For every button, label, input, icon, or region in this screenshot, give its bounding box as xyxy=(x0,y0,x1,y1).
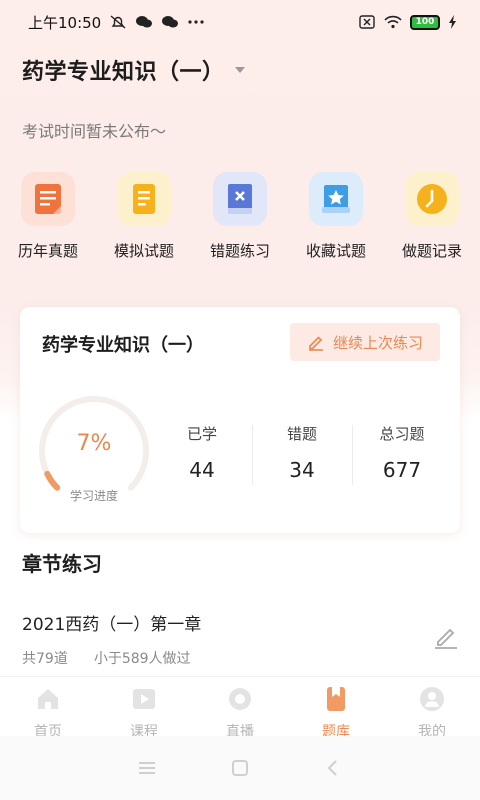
mute-icon xyxy=(110,15,126,29)
question-bank-icon xyxy=(327,687,345,711)
wifi-icon xyxy=(384,15,402,29)
quick-action-label: 错题练习 xyxy=(209,242,270,260)
quick-action-favorites[interactable]: 收藏试题 xyxy=(288,172,384,261)
document-icon xyxy=(21,172,75,226)
caret-down-icon xyxy=(234,67,245,73)
more-icon xyxy=(188,20,204,24)
home-button-icon[interactable] xyxy=(229,757,251,779)
quick-action-label: 历年真题 xyxy=(17,242,78,260)
course-icon xyxy=(133,689,155,709)
quick-action-past-exams[interactable]: 历年真题 xyxy=(0,172,96,261)
stats-row: 已学 44 错题 34 总习题 677 xyxy=(152,423,452,489)
battery-indicator: 100 xyxy=(410,14,440,30)
quick-action-label: 收藏试题 xyxy=(305,242,366,260)
exam-time-note: 考试时间暂未公布～ xyxy=(22,122,167,141)
stat-learned: 已学 44 xyxy=(152,423,252,489)
chapter-done-count: 小于589人做过 xyxy=(93,651,191,667)
clock-icon xyxy=(405,172,459,226)
stat-total: 总习题 677 xyxy=(352,423,452,489)
stat-value: 34 xyxy=(289,458,315,482)
back-icon[interactable] xyxy=(322,757,344,779)
card-title: 药学专业知识（一） xyxy=(42,335,204,356)
quick-action-wrong-questions[interactable]: 错题练习 xyxy=(192,172,288,261)
status-bar: 上午10:50 100 xyxy=(0,0,480,44)
live-icon xyxy=(229,688,251,710)
tab-courses[interactable]: 课程 xyxy=(96,677,192,740)
progress-gauge: 7% 学习进度 xyxy=(36,393,152,509)
stat-label: 总习题 xyxy=(379,425,425,443)
sim-off-icon xyxy=(359,15,375,29)
stat-value: 677 xyxy=(382,458,422,482)
battery-level: 100 xyxy=(415,17,435,27)
status-time: 上午10:50 xyxy=(28,13,102,32)
gauge-fill xyxy=(44,470,61,491)
quick-action-history[interactable]: 做题记录 xyxy=(384,172,480,261)
stat-label: 错题 xyxy=(286,425,317,443)
stat-wrong: 错题 34 xyxy=(252,423,352,489)
wechat-icon xyxy=(162,16,179,28)
tab-question-bank[interactable]: 题库 xyxy=(288,677,384,740)
quick-action-label: 做题记录 xyxy=(401,242,462,260)
quick-action-mock-exams[interactable]: 模拟试题 xyxy=(96,172,192,261)
charging-icon xyxy=(449,15,456,29)
paper-icon xyxy=(117,172,171,226)
quick-action-label: 模拟试题 xyxy=(113,242,174,260)
wrong-book-icon xyxy=(213,172,267,226)
chapter-title[interactable]: 2021西药（一）第一章 xyxy=(22,610,201,635)
progress-label: 学习进度 xyxy=(69,489,118,503)
bottom-tab-bar: 首页 课程 直播 题库 我的 xyxy=(0,676,480,740)
system-navigation-bar xyxy=(0,736,480,800)
tab-profile[interactable]: 我的 xyxy=(384,677,480,740)
wechat-icon xyxy=(136,16,153,28)
tab-live[interactable]: 直播 xyxy=(192,677,288,740)
continue-practice-button[interactable]: 继续上次练习 xyxy=(290,323,440,361)
stat-label: 已学 xyxy=(186,425,217,443)
home-icon xyxy=(38,689,58,709)
continue-practice-label: 继续上次练习 xyxy=(332,333,423,352)
study-progress-card: 药学专业知识（一） 继续上次练习 7% 学习进度 已学 44 错题 34 总习题… xyxy=(20,307,460,533)
page-title: 药学专业知识（一） xyxy=(22,60,225,85)
chapter-meta: 共79道 小于589人做过 xyxy=(22,648,191,668)
section-title: 章节练习 xyxy=(22,552,102,576)
progress-percent: 7% xyxy=(76,431,112,456)
quick-actions: 历年真题 模拟试题 错题练习 收藏试题 做题记录 xyxy=(0,172,480,262)
stat-value: 44 xyxy=(189,458,215,482)
profile-icon xyxy=(420,687,444,711)
tab-home[interactable]: 首页 xyxy=(0,677,96,740)
subject-selector[interactable]: 药学专业知识（一） xyxy=(22,54,247,86)
pencil-icon xyxy=(308,336,323,351)
chapter-question-count: 共79道 xyxy=(22,651,68,667)
menu-icon[interactable] xyxy=(136,757,158,779)
star-book-icon xyxy=(309,172,363,226)
edit-icon[interactable] xyxy=(432,622,460,650)
